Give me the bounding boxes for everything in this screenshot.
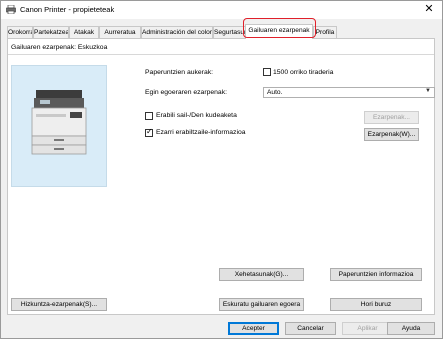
tab-strip: Orokorra Partekatzea Atakak Aurreratua A… [7, 24, 435, 39]
about-button[interactable]: Hori buruz [330, 298, 422, 311]
tab-advanced[interactable]: Aurreratua [99, 26, 141, 38]
apply-button[interactable]: Aplikar [342, 322, 393, 335]
paper-source-label: Paperuntzien aukerak: [145, 69, 214, 76]
printer-preview [11, 65, 107, 187]
printer-icon [6, 5, 16, 14]
panel-title: Gailuaren ezarpenak: Eskuzkoa [11, 44, 108, 51]
tab-profile[interactable]: Profila [313, 26, 337, 38]
paper-source-checkbox[interactable] [263, 68, 271, 76]
paper-info-button[interactable]: Paperuntzien informazioa [330, 268, 422, 281]
user-settings-button[interactable]: Ezarpenak(W)... [364, 128, 419, 141]
user-information-label: Ezarri erabiltzaile-informazioa [156, 129, 246, 136]
help-button[interactable]: Ayuda [387, 322, 435, 335]
title-bar[interactable]: Canon Printer - propieteteak ✕ [1, 1, 442, 19]
window-title: Canon Printer - propieteteak [20, 5, 115, 14]
output-settings-dropdown[interactable]: Auto. ▼ [263, 87, 435, 98]
tab-general[interactable]: Orokorra [7, 26, 33, 38]
chevron-down-icon: ▼ [425, 88, 431, 94]
language-settings-button[interactable]: Hizkuntza-ezarpenak(S)... [11, 298, 107, 311]
device-settings-panel: Gailuaren ezarpenak: Eskuzkoa Paperuntzi… [7, 38, 435, 315]
printer-properties-window: Canon Printer - propieteteak ✕ Orokorra … [0, 0, 443, 339]
close-icon[interactable]: ✕ [422, 3, 436, 16]
device-details-button[interactable]: Xehetasunak(G)... [219, 268, 304, 281]
ok-button[interactable]: Acepter [228, 322, 279, 335]
multifunction-printer-image [31, 90, 87, 155]
department-management-checkbox[interactable] [145, 112, 153, 120]
cancel-button[interactable]: Cancelar [285, 322, 336, 335]
department-management-label: Erabili sail-/Den kudeaketa [156, 112, 237, 119]
divider [8, 54, 434, 55]
output-settings-value: Auto. [267, 89, 283, 96]
get-device-status-button[interactable]: Eskuratu gailuaren egoera [219, 298, 304, 311]
tab-sharing[interactable]: Partekatzea [33, 26, 69, 38]
user-information-checkbox[interactable] [145, 127, 153, 137]
paper-source-value: 1500 orriko tiraderia [273, 69, 334, 76]
tab-highlight-annotation [243, 18, 316, 38]
tab-ports[interactable]: Atakak [69, 26, 99, 38]
output-settings-label: Egin egoeraren ezarpenak: [145, 89, 227, 96]
department-settings-button[interactable]: Ezarpenak... [364, 111, 419, 124]
tab-color-management[interactable]: Administración del color [141, 26, 213, 38]
